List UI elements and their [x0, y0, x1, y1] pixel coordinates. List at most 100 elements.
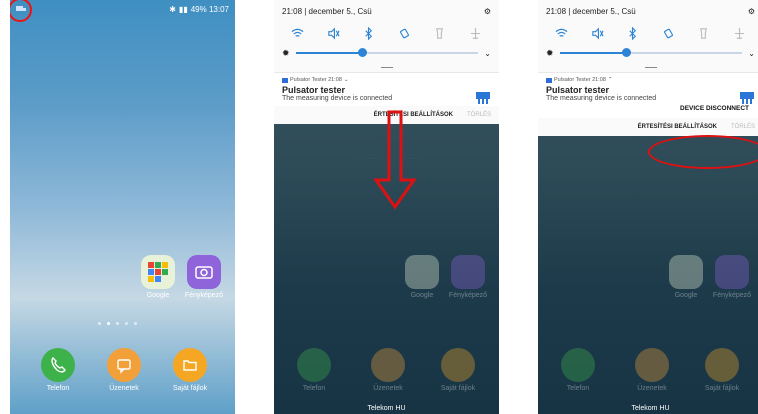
phone-icon [297, 348, 331, 382]
bluetooth-icon[interactable] [626, 26, 639, 40]
dock-phone: Telefon [556, 348, 600, 392]
pulsator-notification-expanded[interactable]: Pulsator Tester 21:08 ⌃ Pulsator tester … [538, 72, 758, 118]
expand-chevron-icon[interactable]: ⌄ [344, 77, 349, 83]
google-folder-icon [141, 255, 175, 289]
app-label: Fényképező [448, 292, 488, 299]
collapse-chevron-icon[interactable]: ⌃ [608, 77, 613, 83]
dock-messages: Üzenetek [630, 348, 674, 392]
brightness-icon: ✹ [546, 47, 554, 58]
expanded-notification-screen: Google Fényképező Telefon Üzenetek Saját… [538, 0, 758, 414]
camera-icon [451, 255, 485, 289]
notification-app-line: Pulsator Tester 21:08 ⌃ [546, 77, 755, 83]
mute-icon[interactable] [591, 27, 604, 40]
quick-panel: 21:08 | december 5., Csü ⚙ ✹ ⌄ Pulsator … [538, 0, 758, 136]
pulsator-app-icon [476, 92, 490, 104]
carrier-label: Telekom HU [367, 405, 406, 412]
clear-button[interactable]: TÖRLÉS [467, 112, 491, 118]
app-label: Saját fájlok [172, 385, 208, 392]
app-label: Google [146, 292, 170, 299]
bluetooth-icon[interactable] [362, 26, 375, 40]
dock-files[interactable]: Saját fájlok [168, 348, 212, 392]
app-google-folder: Google [400, 255, 444, 299]
settings-gear-icon[interactable]: ⚙ [484, 7, 491, 16]
dock-messages[interactable]: Üzenetek [102, 348, 146, 392]
camera-icon [187, 255, 221, 289]
dock-messages: Üzenetek [366, 348, 410, 392]
rotate-icon[interactable] [662, 27, 675, 40]
annotation-oval [648, 135, 758, 169]
dock-files: Saját fájlok [700, 348, 744, 392]
app-label: Telefon [302, 385, 326, 392]
folder-icon [173, 348, 207, 382]
notification-text: The measuring device is connected [282, 95, 393, 102]
brightness-row: ✹ ⌄ [538, 44, 758, 62]
app-label: Üzenetek [109, 385, 139, 392]
rotate-icon[interactable] [398, 27, 411, 40]
app-label: Saját fájlok [704, 385, 740, 392]
app-camera[interactable]: Fényképező [182, 255, 226, 299]
app-camera: Fényképező [446, 255, 490, 299]
clear-button[interactable]: TÖRLÉS [731, 124, 755, 130]
notification-app-line: Pulsator Tester 21:08 ⌄ [282, 77, 491, 83]
panel-header: 21:08 | december 5., Csü ⚙ [274, 0, 499, 22]
message-icon [635, 348, 669, 382]
google-folder-icon [669, 255, 703, 289]
notification-actions: DEVICE DISCONNECT [546, 102, 755, 114]
flashlight-icon[interactable] [697, 27, 710, 40]
notification-panel-screen: · · · · · · · · · · · · · · · · · Google… [274, 0, 499, 414]
dock-phone[interactable]: Telefon [36, 348, 80, 392]
app-label: Telefon [46, 385, 70, 392]
mute-icon[interactable] [327, 27, 340, 40]
pulsator-app-icon [740, 92, 754, 104]
status-bar[interactable]: ✱ ▮▮ 49% 13:07 [10, 0, 235, 18]
phone-icon [561, 348, 595, 382]
page-indicator [98, 322, 137, 325]
time-date: 21:08 | december 5., Csü [282, 6, 372, 16]
chevron-down-icon[interactable]: ⌄ [748, 49, 755, 58]
notification-text: The measuring device is connected [546, 95, 657, 102]
app-label: Üzenetek [373, 385, 403, 392]
app-label: Google [410, 292, 434, 299]
phone-icon [41, 348, 75, 382]
panel-handle[interactable] [538, 62, 758, 72]
quick-toggles [274, 22, 499, 44]
panel-handle[interactable] [274, 62, 499, 72]
folder-icon [441, 348, 475, 382]
dock-files: Saját fájlok [436, 348, 480, 392]
app-google-folder[interactable]: Google [136, 255, 180, 299]
app-label: Üzenetek [637, 385, 667, 392]
app-google-folder: Google [664, 255, 708, 299]
wifi-icon[interactable] [291, 27, 304, 40]
home-screen: ✱ ▮▮ 49% 13:07 Google Fényképező Telefon… [10, 0, 235, 414]
dock-phone: Telefon [292, 348, 336, 392]
status-icons: ✱ ▮▮ 49% 13:07 [169, 5, 229, 14]
pulsator-notification[interactable]: Pulsator Tester 21:08 ⌄ Pulsator tester … [274, 72, 499, 106]
folder-icon [705, 348, 739, 382]
signal-icon: ▮▮ [178, 4, 188, 14]
quick-toggles [538, 22, 758, 44]
app-label: Telefon [566, 385, 590, 392]
app-camera: Fényképező [710, 255, 754, 299]
swipe-down-arrow [373, 110, 417, 210]
notification-title: Pulsator tester [282, 85, 346, 95]
brightness-slider[interactable] [559, 48, 743, 57]
carrier-label: Telekom HU [631, 405, 670, 412]
time-date: 21:08 | december 5., Csü [546, 6, 636, 16]
notification-title: Pulsator tester [546, 85, 610, 95]
device-disconnect-button[interactable]: DEVICE DISCONNECT [680, 105, 749, 112]
brightness-slider[interactable] [295, 48, 479, 57]
app-label: Fényképező [184, 292, 224, 299]
chevron-down-icon[interactable]: ⌄ [484, 49, 491, 58]
pulsator-notification-icon [282, 77, 288, 83]
airplane-icon[interactable] [733, 27, 746, 40]
google-folder-icon [405, 255, 439, 289]
flashlight-icon[interactable] [433, 27, 446, 40]
wifi-icon[interactable] [555, 27, 568, 40]
message-icon [371, 348, 405, 382]
app-label: Google [674, 292, 698, 299]
settings-gear-icon[interactable]: ⚙ [748, 7, 755, 16]
quick-panel: 21:08 | december 5., Csü ⚙ ✹ ⌄ Pulsator … [274, 0, 499, 124]
notification-settings-button[interactable]: ÉRTESÍTÉSI BEÁLLÍTÁSOK [638, 124, 717, 130]
notification-footer: ÉRTESÍTÉSI BEÁLLÍTÁSOK TÖRLÉS [538, 118, 758, 136]
airplane-icon[interactable] [469, 27, 482, 40]
